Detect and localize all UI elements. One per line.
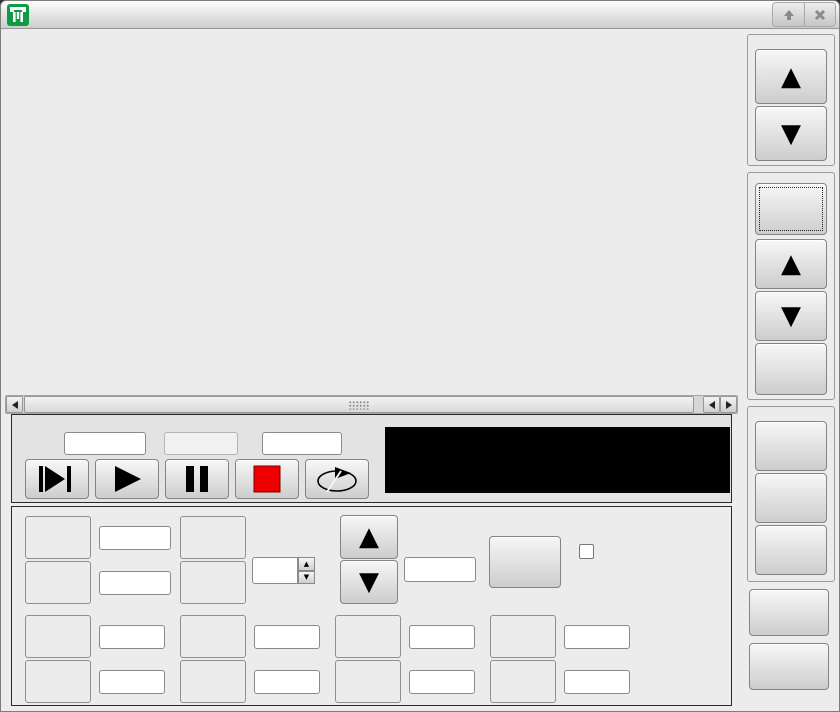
position-field[interactable] — [64, 432, 146, 455]
pause-button[interactable] — [165, 459, 229, 499]
waveform-scrollbar[interactable] — [5, 395, 738, 414]
fade-down-field[interactable] — [99, 670, 165, 694]
talk-end-field[interactable] — [254, 670, 320, 694]
goto-cursor-button[interactable] — [755, 421, 827, 471]
dialog-content: ▲ ▼ ▲ ▼ — [1, 29, 839, 712]
hook-start-field[interactable] — [564, 625, 630, 649]
shade-icon — [782, 8, 796, 22]
fade-up-field[interactable] — [99, 625, 165, 649]
scrollbar-track[interactable] — [23, 396, 703, 413]
play-from-start-icon — [35, 464, 79, 494]
close-icon — [814, 9, 826, 21]
shade-button[interactable] — [773, 3, 804, 26]
talk-start-button[interactable] — [180, 615, 246, 658]
up-arrow-icon: ▲ — [781, 251, 801, 277]
pause-icon — [182, 464, 212, 494]
marker-panel: ▲ ▼ ▲ ▼ — [11, 506, 732, 706]
hook-end-field[interactable] — [564, 670, 630, 694]
play-from-start-button[interactable] — [25, 459, 89, 499]
gain-up-button[interactable]: ▲ — [340, 515, 398, 559]
trim-start-button[interactable] — [180, 516, 246, 559]
titlebar — [1, 1, 839, 29]
spin-down-button[interactable]: ▼ — [298, 571, 315, 585]
stop-button[interactable] — [235, 459, 299, 499]
segue-end-field[interactable] — [409, 670, 475, 694]
close-button[interactable] — [804, 3, 835, 26]
scroll-right-button[interactable] — [720, 396, 737, 413]
amplitude-down-button[interactable]: ▼ — [755, 106, 827, 161]
no-fade-checkbox[interactable] — [579, 544, 594, 559]
time-full-out-button[interactable] — [755, 343, 827, 395]
time-zoom-out-button[interactable]: ▼ — [755, 291, 827, 341]
gain-down-button[interactable]: ▼ — [340, 560, 398, 604]
down-arrow-icon: ▼ — [781, 303, 801, 329]
cut-start-field[interactable] — [99, 526, 171, 550]
goto-home-button[interactable] — [755, 473, 827, 523]
hook-start-button[interactable] — [490, 615, 556, 658]
waveform-display[interactable] — [1, 29, 741, 395]
amplitude-up-button[interactable]: ▲ — [755, 49, 827, 104]
time-full-in-button[interactable] — [755, 183, 827, 235]
spin-down-icon: ▼ — [304, 573, 309, 581]
hook-end-button[interactable] — [490, 660, 556, 703]
threshold-spinbox[interactable]: ▲ ▼ — [252, 557, 315, 584]
right-arrow-icon — [726, 401, 736, 409]
goto-group — [747, 406, 835, 582]
fade-down-button[interactable] — [25, 660, 91, 703]
down-arrow-icon: ▼ — [359, 569, 379, 595]
left-arrow-icon — [8, 401, 18, 409]
stop-icon — [252, 464, 282, 494]
goto-end-button[interactable] — [755, 525, 827, 575]
loop-icon — [311, 463, 363, 495]
up-arrow-icon: ▲ — [781, 64, 801, 90]
amplitude-group: ▲ ▼ — [747, 34, 835, 166]
loop-button[interactable] — [305, 459, 369, 499]
left-arrow-icon — [705, 401, 715, 409]
meter-scale — [409, 450, 709, 468]
cut-end-field[interactable] — [99, 571, 171, 595]
talk-start-field[interactable] — [254, 625, 320, 649]
play-button[interactable] — [95, 459, 159, 499]
threshold-field[interactable] — [252, 557, 298, 584]
overlap-field — [164, 432, 238, 455]
remove-marker-button[interactable] — [489, 536, 561, 588]
audio-level-meter — [385, 427, 730, 493]
down-arrow-icon: ▼ — [781, 121, 801, 147]
scroll-left-button-2[interactable] — [703, 396, 720, 413]
grip-dots-icon — [349, 400, 370, 409]
cut-end-button[interactable] — [25, 561, 91, 604]
time-zoom-in-button[interactable]: ▲ — [755, 239, 827, 289]
cancel-button[interactable] — [749, 643, 829, 690]
segue-end-button[interactable] — [335, 660, 401, 703]
spin-up-icon: ▲ — [304, 560, 309, 568]
play-icon — [109, 464, 145, 494]
time-group: ▲ ▼ — [747, 172, 835, 400]
talk-end-button[interactable] — [180, 660, 246, 703]
scroll-left-button[interactable] — [6, 396, 23, 413]
up-arrow-icon: ▲ — [359, 524, 379, 550]
fade-up-button[interactable] — [25, 615, 91, 658]
rivendell-logo-icon — [6, 3, 30, 27]
scrollbar-thumb[interactable] — [24, 396, 694, 413]
segue-start-button[interactable] — [335, 615, 401, 658]
edit-audio-window: ▲ ▼ ▲ ▼ — [0, 0, 840, 712]
window-controls — [772, 2, 836, 27]
trim-end-button[interactable] — [180, 561, 246, 604]
cut-gain-field[interactable] — [404, 557, 476, 582]
transport-panel — [11, 414, 732, 503]
spin-up-button[interactable]: ▲ — [298, 557, 315, 571]
cut-start-button[interactable] — [25, 516, 91, 559]
segue-start-field[interactable] — [409, 625, 475, 649]
save-button[interactable] — [749, 589, 829, 636]
length-field[interactable] — [262, 432, 342, 455]
